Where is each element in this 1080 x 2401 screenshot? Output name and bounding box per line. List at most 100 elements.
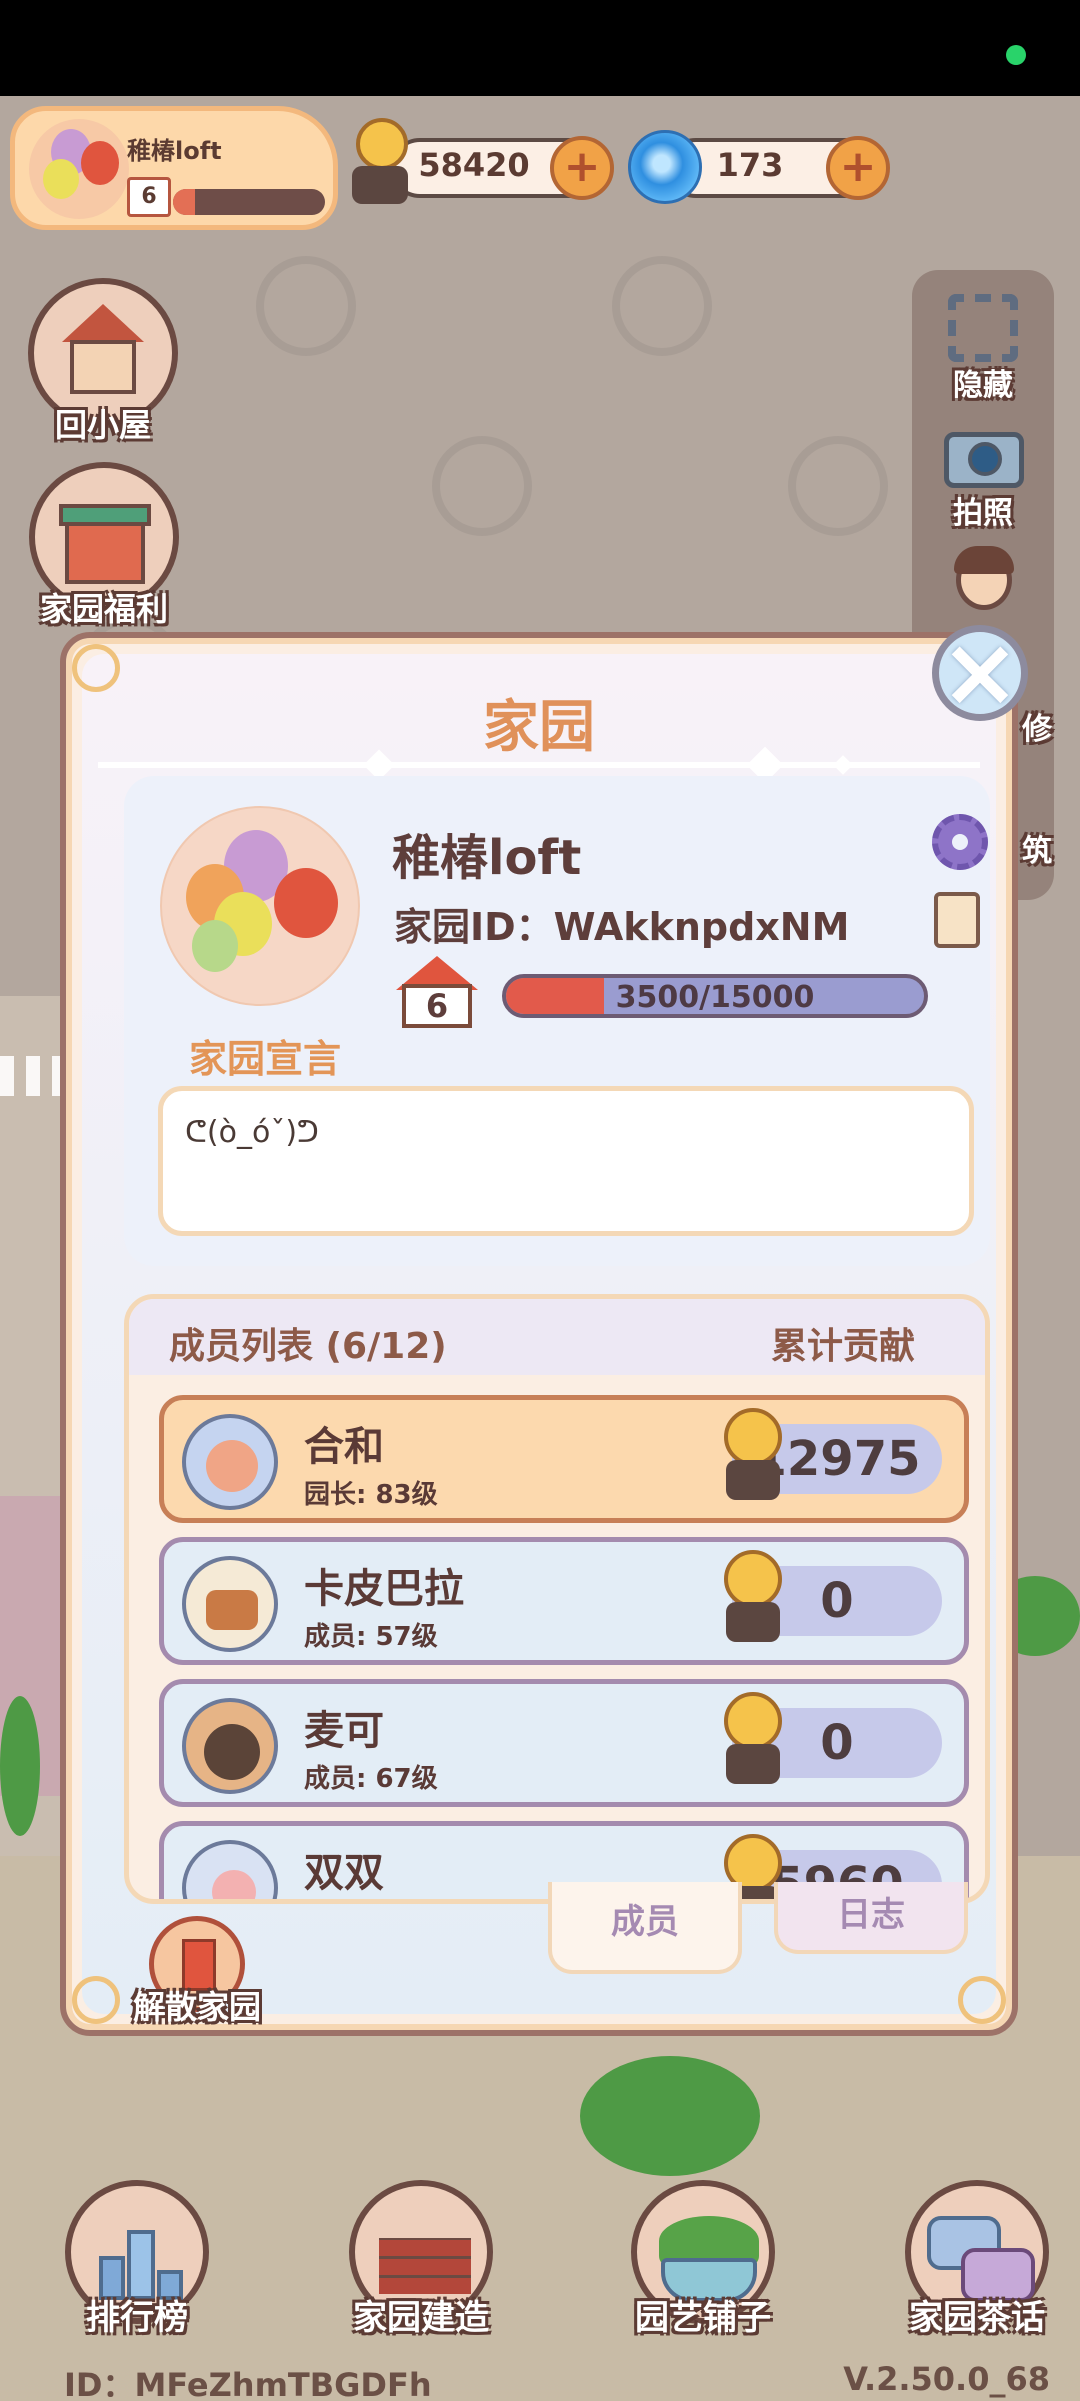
snail-shell xyxy=(356,118,408,170)
home-profile-chip[interactable]: 稚椿loft 6 xyxy=(10,106,338,230)
character-hair xyxy=(954,546,1014,574)
snail-body xyxy=(352,166,408,204)
frame-shape xyxy=(948,294,1018,362)
gift-lid xyxy=(59,504,151,526)
home-level-badge: 6 xyxy=(396,956,478,1030)
copy-id-icon[interactable] xyxy=(926,892,980,964)
snail-shell xyxy=(724,1692,782,1750)
member-role: 园长: 83级 xyxy=(304,1480,438,1510)
balloon-icon xyxy=(192,920,238,972)
ranking-label: 排行榜 xyxy=(86,2298,188,2338)
home-info-panel: 稚椿loft 家园ID：WAkknpdxNM 6 3500/15000 家园宣言… xyxy=(124,776,990,1266)
home-xp-text: 3500/15000 xyxy=(615,980,815,1015)
members-panel: 成员列表 (6/12) 累计贡献 合和 园长: 83级 12975 卡皮巴拉 成… xyxy=(124,1294,990,1904)
member-name: 双双 xyxy=(304,1850,384,1896)
photo-button[interactable]: 拍照 xyxy=(912,418,1054,532)
balloon-avatar xyxy=(29,119,129,219)
members-title: 成员列表 (6/12) xyxy=(169,1326,447,1367)
close-dialog-button[interactable]: × xyxy=(932,624,1028,721)
snail-coin-icon xyxy=(716,1408,788,1508)
home-level-icon: 6 xyxy=(127,177,171,217)
sun-pattern-icon xyxy=(788,436,888,536)
vine xyxy=(0,1696,40,1836)
garden-shop-label: 园艺铺子 xyxy=(635,2298,771,2338)
garden-shop-button[interactable]: 园艺铺子 xyxy=(618,2180,788,2339)
snail-coin-counter: 58420 + xyxy=(390,136,614,200)
palm-plant xyxy=(580,2056,760,2176)
tab-members[interactable]: 成员 xyxy=(548,1882,742,1974)
snail-coin-icon xyxy=(348,118,412,208)
member-name: 麦可 xyxy=(304,1708,384,1754)
member-row[interactable]: 卡皮巴拉 成员: 57级 0 xyxy=(159,1537,969,1665)
profile-name: 稚椿loft xyxy=(127,137,222,165)
snail-body xyxy=(726,1460,780,1500)
snail-coin-icon xyxy=(716,1692,788,1792)
member-role: 成员: 67级 xyxy=(304,1764,438,1794)
member-row[interactable]: 麦可 成员: 67级 0 xyxy=(159,1679,969,1807)
home-chat-button[interactable]: 家园茶话 xyxy=(892,2180,1062,2339)
snail-coin-icon xyxy=(716,1550,788,1650)
dialog-title: 家园 xyxy=(483,695,595,760)
member-name: 卡皮巴拉 xyxy=(304,1566,464,1612)
house-body xyxy=(70,340,136,394)
snail-shell xyxy=(724,1550,782,1608)
blue-orb-icon xyxy=(628,130,702,204)
member-avatar xyxy=(182,1698,278,1794)
member-avatar xyxy=(182,1840,278,1899)
home-benefits-label: 家园福利 xyxy=(39,590,168,628)
tab-log[interactable]: 日志 xyxy=(774,1882,968,1954)
dialog-inner: 家园 稚椿loft 家园ID：WAkknpdxNM 6 3500/15000 家… xyxy=(72,644,1006,2026)
member-name: 合和 xyxy=(304,1424,384,1470)
hide-ui-button[interactable]: 隐藏 xyxy=(912,290,1054,404)
declaration-box[interactable]: ᕦ(ò_óˇ)ᕤ xyxy=(158,1086,974,1236)
home-build-button[interactable]: 家园建造 xyxy=(336,2180,506,2339)
add-coins-button[interactable]: + xyxy=(550,136,614,200)
title-divider xyxy=(98,746,980,784)
home-xp-bar: 3500/15000 xyxy=(502,974,928,1018)
avatar-face xyxy=(212,1870,256,1899)
status-dot-icon xyxy=(1006,45,1026,65)
bricks xyxy=(379,2238,471,2294)
home-chat-label: 家园茶话 xyxy=(909,2298,1045,2338)
version-text: V.2.50.0_68 xyxy=(843,2360,1050,2398)
photo-label: 拍照 xyxy=(953,496,1013,531)
user-id-text: ID：MFeZhmTBGDFh xyxy=(64,2366,432,2401)
frame-icon xyxy=(940,290,1026,366)
home-dialog: 家园 稚椿loft 家园ID：WAkknpdxNM 6 3500/15000 家… xyxy=(60,632,1018,2036)
camera-icon xyxy=(940,418,1026,494)
settings-gear-icon[interactable] xyxy=(932,814,988,870)
add-orbs-button[interactable]: + xyxy=(826,136,890,200)
declaration-text: ᕦ(ò_óˇ)ᕤ xyxy=(185,1115,319,1150)
member-avatar xyxy=(182,1556,278,1652)
home-name: 稚椿loft xyxy=(392,830,582,886)
avatar-face xyxy=(206,1440,258,1492)
member-row[interactable]: 合和 园长: 83级 12975 xyxy=(159,1395,969,1523)
home-benefits-button[interactable]: 家园福利 xyxy=(20,462,188,630)
members-header: 成员列表 (6/12) 累计贡献 xyxy=(129,1299,985,1375)
ranking-button[interactable]: 排行榜 xyxy=(52,2180,222,2339)
balloon-icon xyxy=(81,141,119,185)
home-build-label: 家园建造 xyxy=(353,2298,489,2338)
go-home-button[interactable]: 回小屋 xyxy=(28,278,178,446)
disband-home-label: 解散家园 xyxy=(132,1988,261,2026)
sun-pattern-icon xyxy=(256,256,356,356)
character-button[interactable] xyxy=(912,546,1054,622)
balloon-icon xyxy=(274,868,338,938)
disband-home-button[interactable]: 解散家园 xyxy=(122,1916,272,2028)
sun-pattern-icon xyxy=(612,256,712,356)
gift-box xyxy=(65,518,145,584)
balloon-icon xyxy=(43,159,79,199)
member-avatar xyxy=(182,1414,278,1510)
member-role: 成员: 57级 xyxy=(304,1622,438,1652)
go-home-label: 回小屋 xyxy=(54,406,151,444)
camera-lens xyxy=(968,442,1002,476)
snail-shell xyxy=(724,1408,782,1466)
corner-flourish-icon xyxy=(958,1976,1006,2024)
avatar-face xyxy=(204,1724,260,1780)
home-id: 家园ID：WAkknpdxNM xyxy=(394,905,850,949)
corner-flourish-icon xyxy=(72,1976,120,2024)
home-avatar[interactable] xyxy=(160,806,360,1006)
status-bar xyxy=(0,0,1080,96)
character-icon xyxy=(940,546,1026,622)
declaration-label: 家园宣言 xyxy=(188,1037,341,1081)
